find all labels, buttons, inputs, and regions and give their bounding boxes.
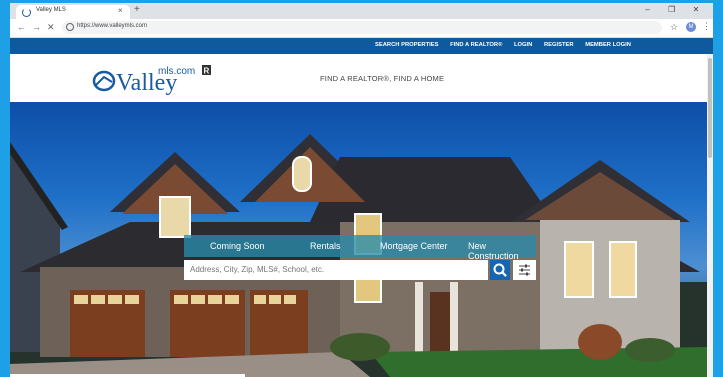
nav-register[interactable]: REGISTER <box>544 42 574 48</box>
search-tabs: Coming Soon Rentals Mortgage Center New … <box>184 235 536 261</box>
restore-button[interactable]: ❐ <box>661 5 683 14</box>
tab-rentals[interactable]: Rentals <box>310 241 341 251</box>
search-button[interactable] <box>490 260 510 280</box>
url-text[interactable]: https://www.valleymls.com <box>77 23 147 29</box>
window-controls: – ❐ ✕ <box>637 5 707 14</box>
back-button[interactable]: ← <box>17 22 26 32</box>
tab-mortgage-center[interactable]: Mortgage Center <box>380 241 448 251</box>
nav-login[interactable]: LOGIN <box>514 42 532 48</box>
minimize-button[interactable]: – <box>637 5 659 14</box>
tab-new-construction[interactable]: New Construction <box>468 241 536 261</box>
address-bar: ← → ✕ https://www.valleymls.com ☆ M ⋮ <box>10 19 713 38</box>
tab-coming-soon[interactable]: Coming Soon <box>210 241 265 251</box>
search-input[interactable] <box>184 260 486 278</box>
nav-member-login[interactable]: MEMBER LOGIN <box>585 42 631 48</box>
profile-avatar[interactable]: M <box>686 22 696 32</box>
tab-title: Valley MLS <box>36 7 66 13</box>
logo-suffix: mls.com <box>158 66 195 77</box>
url-field[interactable]: https://www.valleymls.com <box>62 21 662 34</box>
tab-close-icon[interactable]: × <box>118 6 123 15</box>
new-tab-button[interactable]: + <box>134 4 140 15</box>
bookmark-star-icon[interactable]: ☆ <box>670 22 678 33</box>
scrollbar-thumb[interactable] <box>708 58 712 158</box>
search-icon <box>493 263 507 277</box>
favicon-icon <box>22 8 31 17</box>
browser-window: Valley MLS × + – ❐ ✕ ← → ✕ https://www.v… <box>10 3 713 377</box>
close-window-button[interactable]: ✕ <box>685 5 707 14</box>
nav-find-realtor[interactable]: FIND A REALTOR® <box>450 42 502 48</box>
search-box <box>184 260 488 280</box>
hero-banner: Coming Soon Rentals Mortgage Center New … <box>10 102 707 377</box>
realtor-mark-icon: R <box>204 67 210 76</box>
tagline: FIND A REALTOR®, FIND A HOME <box>320 74 445 83</box>
valleymls-logo[interactable]: Valley mls.com R <box>92 62 222 96</box>
info-icon[interactable] <box>66 23 74 31</box>
site-top-nav: SEARCH PROPERTIES FIND A REALTOR® LOGIN … <box>10 38 713 54</box>
tab-strip: Valley MLS × + – ❐ ✕ <box>10 3 713 19</box>
browser-menu-icon[interactable]: ⋮ <box>702 21 711 32</box>
site-header: Valley mls.com R FIND A REALTOR®, FIND A… <box>10 54 713 102</box>
sliders-icon <box>519 264 530 276</box>
browser-tab[interactable]: Valley MLS × <box>16 5 130 19</box>
reload-button[interactable]: ✕ <box>47 22 55 33</box>
forward-button[interactable]: → <box>32 22 41 32</box>
nav-search-properties[interactable]: SEARCH PROPERTIES <box>375 42 438 48</box>
filters-button[interactable] <box>513 260 536 280</box>
